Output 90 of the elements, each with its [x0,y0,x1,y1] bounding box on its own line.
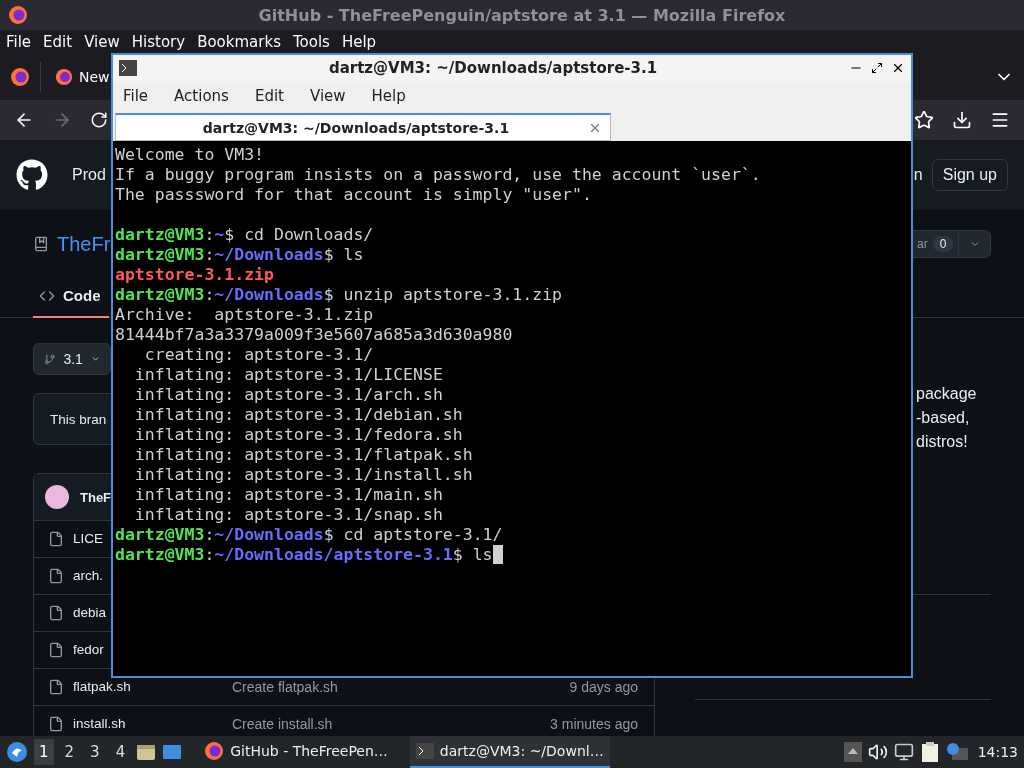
star-button[interactable]: ar 0 [913,230,991,258]
terminal-line: inflating: aptstore-3.1/debian.sh [133,405,464,425]
workspace-button[interactable]: 3 [85,739,105,765]
file-name[interactable]: debia [73,606,107,620]
terminal-line: aptstore-3.1.zip [115,265,275,285]
terminal-line: The passsword for that account is simply "user". [115,185,593,205]
terminal-line: inflating: aptstore-3.1/main.sh [133,485,444,505]
about-text: -based, [916,408,970,428]
repo-name[interactable]: TheFr [57,232,111,256]
branch-button[interactable]: 3.1 [33,343,111,375]
clipboard-icon[interactable] [919,741,940,763]
browser-logo-icon [55,68,73,86]
avatar-icon [45,485,69,509]
browser-logo-icon [204,741,225,761]
reload-icon[interactable] [90,111,108,129]
terminal-line: inflating: aptstore-3.1/install.sh [133,465,474,485]
nav-link[interactable]: Prod [72,166,106,184]
file-name[interactable]: flatpak.sh [73,680,131,694]
maximize-icon[interactable] [871,62,883,74]
about-text: distros! [916,432,968,452]
terminal-line: Welcome to VM3! [115,145,265,165]
menu-item[interactable]: Tools [292,33,330,51]
menu-item[interactable]: File [6,33,32,51]
github-logo-icon[interactable] [16,159,48,191]
task-button[interactable]: GitHub - TheFreePen… [198,736,394,768]
file-icon [48,605,64,621]
repo-icon [33,236,49,252]
terminal-line: inflating: aptstore-3.1/fedora.sh [133,425,464,445]
terminal-line: inflating: aptstore-3.1/LICENSE [133,365,444,385]
close-icon[interactable] [891,61,905,75]
sign-in-link[interactable]: n [913,166,923,184]
menu-item[interactable]: Edit [43,33,73,51]
notification-icon[interactable] [945,742,968,762]
file-icon [48,568,64,584]
terminal-icon [415,743,434,759]
file-name[interactable]: fedor [73,643,104,657]
clock: 14:13 [977,744,1018,760]
terminal-line: dartz@VM3:~$ cd Downloads/ [115,225,375,245]
menu-item[interactable]: Edit [254,87,284,105]
terminal-line: dartz@VM3:~/Downloads/aptstore-3.1$ ls [115,545,909,565]
terminal-line: Archive: aptstore-3.1.zip [115,305,375,325]
desktop-icon[interactable] [162,742,183,762]
window-title: GitHub - TheFreePenguin/aptstore at 3.1 — Mozilla Firefox [257,5,787,25]
code-tab[interactable]: Code [33,287,109,318]
workspace-button[interactable]: 1 [34,739,54,765]
file-manager-icon[interactable] [136,742,157,762]
menu-item[interactable]: File [123,87,149,105]
file-name[interactable]: LICE [73,532,103,546]
commit-author[interactable]: TheF [80,489,112,505]
terminal-line: dartz@VM3:~/Downloads$ unzip aptstore-3.1.zip [115,285,564,305]
star-icon[interactable] [914,110,934,130]
browser-logo-icon [8,5,28,25]
start-menu-icon[interactable] [6,741,28,763]
volume-icon[interactable] [867,742,888,762]
network-icon[interactable] [893,742,914,762]
terminal-line: inflating: aptstore-3.1/flatpak.sh [133,445,474,465]
file-icon [48,642,64,658]
terminal-icon [119,60,137,76]
terminal-line: If a buggy program insists on a password, use the account `user`. [115,165,762,185]
file-icon [48,531,64,547]
terminal-line: inflating: aptstore-3.1/snap.sh [133,505,444,525]
menu-item[interactable]: Actions [174,87,229,105]
commit-message[interactable]: Create install.sh [232,717,333,731]
terminal-line: dartz@VM3:~/Downloads$ cd aptstore-3.1/ [115,525,504,545]
commit-message[interactable]: Create flatpak.sh [232,680,338,694]
sign-up-button[interactable]: Sign up [931,159,1008,191]
window-title: dartz@VM3: ~/Downloads/aptstore-3.1 [327,59,659,77]
menu-item[interactable]: View [84,33,120,51]
file-name[interactable]: install.sh [73,717,126,731]
commit-date: 3 minutes ago [550,717,638,731]
menu-item[interactable]: Bookmarks [197,33,281,51]
menu-item[interactable]: Help [341,33,377,51]
task-button[interactable]: dartz@VM3: ~/Downl… [409,736,610,768]
browser-logo-icon [10,67,30,87]
terminal-line: creating: aptstore-3.1/ [143,345,375,365]
terminal-line: dartz@VM3:~/Downloads$ ls [115,245,365,265]
menu-icon[interactable] [990,110,1010,130]
file-name[interactable]: arch. [73,569,103,583]
menu-item[interactable]: Help [371,87,406,105]
commit-date: 9 days ago [569,680,638,694]
menu-item[interactable]: View [309,87,346,105]
terminal-tab[interactable]: dartz@VM3: ~/Downloads/aptstore-3.1 [115,113,611,141]
menu-item[interactable]: History [131,33,186,51]
workspace-button[interactable]: 4 [110,739,131,765]
terminal-line: 81444bf7a3a3379a009f3e5607a685a3d630a980 [115,325,514,345]
download-icon[interactable] [952,110,972,130]
file-icon [48,679,64,695]
workspace-button[interactable]: 2 [59,739,80,765]
file-icon [48,716,64,732]
about-text: package [916,384,977,404]
